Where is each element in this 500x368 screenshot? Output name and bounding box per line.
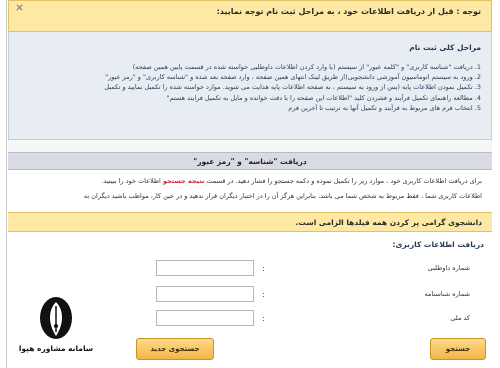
notice-bar: توجه : قبل از دریافت اطلاعات خود ، به مر… [8,0,492,32]
birth-certificate-number-label: شماره شناسنامه [424,290,470,298]
receive-heading: دریافت "شناسه" و "رمز عبور" [193,157,307,166]
notice-title: توجه : قبل از دریافت اطلاعات خود ، به مر… [216,7,481,16]
close-icon[interactable] [15,3,24,12]
steps-heading: مراحل کلی ثبت نام [409,43,481,52]
step-item: 1. دریافت "شناسه کاربری" و "کلمه عبور" ا… [132,63,481,71]
instruction-text: برای دریافت اطلاعات کاربری خود ، موارد ز… [204,177,482,185]
candidate-number-label: شماره داوطلبی [427,264,470,272]
search-button[interactable]: جستجو [430,338,486,360]
colon: : [262,290,265,299]
new-search-button[interactable]: جستجوی جدید [136,338,214,360]
receive-section-body: برای دریافت اطلاعات کاربری خود ، موارد ز… [8,170,492,212]
colon: : [262,264,265,273]
step-item: 4. مطالعه راهنمای تکمیل فرآیند و فشردن ک… [166,93,481,102]
field-row-id-number: شماره شناسنامه : [150,286,490,304]
spacer [8,140,492,152]
national-code-input[interactable] [156,310,254,326]
colon: : [262,314,265,323]
form-title: دریافت اطلاعات کاربری: [392,240,484,249]
field-row-candidate-number: شماره داوطلبی : [150,260,490,278]
page: توجه : قبل از دریافت اطلاعات خود ، به مر… [0,0,500,368]
watermark-logo: سامانه مشاوره هپوا [6,296,126,368]
required-warning-bar: دانشجوی گرامی پر کردن همه فیلدها الزامی … [8,212,492,232]
quill-pen-icon [40,297,72,339]
receive-instructions: برای دریافت اطلاعات کاربری خود ، موارد ز… [101,177,482,185]
instruction-text-end: اطلاعات خود را ببینید. [101,177,163,185]
search-result-link-text: نتیجه جستجو [162,177,205,185]
step-item: 5. انتخاب فرم های مربوط به فرآیند و تکمی… [288,103,481,112]
national-code-label: کد ملی [450,314,470,322]
security-note: اطلاعات کاربری شما ، فقط مربوط به شخص شم… [83,192,482,200]
brand-name: سامانه مشاوره هپوا [18,344,94,353]
steps-list: 1. دریافت "شناسه کاربری" و "کلمه عبور" ا… [11,62,481,113]
required-warning: دانشجوی گرامی پر کردن همه فیلدها الزامی … [295,218,482,227]
registration-steps-panel: مراحل کلی ثبت نام 1. دریافت "شناسه کاربر… [8,32,492,140]
step-item: 2. ورود به سیستم اتوماسیون آموزشی دانشجو… [105,73,481,82]
birth-certificate-number-input[interactable] [156,286,254,302]
step-item: 3. تکمیل نمودن اطلاعات پایه (پس از ورود … [104,83,481,92]
candidate-number-input[interactable] [156,260,254,276]
receive-section-header: دریافت "شناسه" و "رمز عبور" [8,152,492,170]
field-row-national-code: کد ملی : [150,310,490,328]
